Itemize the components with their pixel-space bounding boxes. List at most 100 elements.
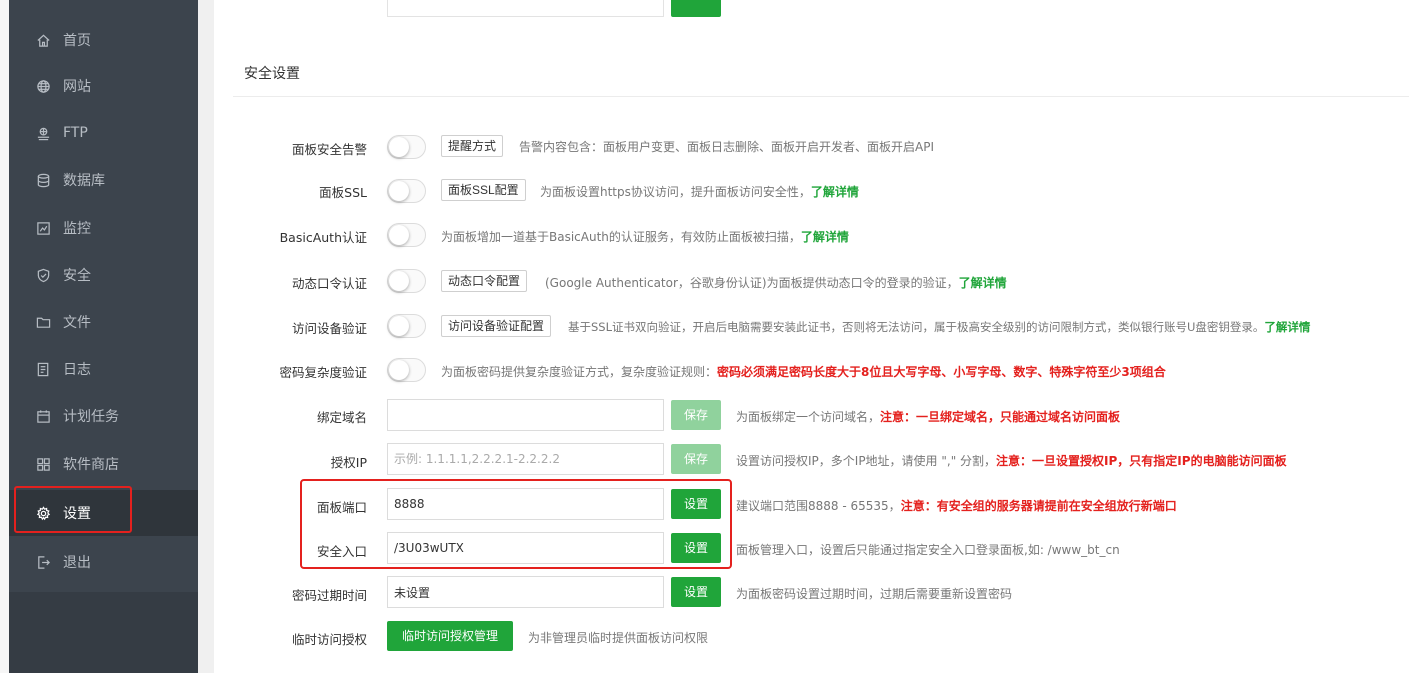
- sidebar-item-label: 安全: [63, 268, 91, 284]
- totp-config-button[interactable]: 动态口令配置: [441, 270, 528, 292]
- totp-description-text: (Google Authenticator，谷歌身份认证)为面板提供动态口令的登…: [545, 276, 959, 290]
- previous-row-button[interactable]: [671, 0, 721, 17]
- globe-icon: [35, 78, 51, 94]
- password-expire-input[interactable]: [387, 576, 664, 608]
- complexity-rule-warning: 密码必须满足密码长度大于8位且大写字母、小写字母、数字、特殊字符至少3项组合: [717, 365, 1166, 379]
- ip-description-text: 设置访问授权IP，多个IP地址，请使用 "," 分割，: [736, 454, 997, 468]
- complexity-description-text: 为面板密码提供复杂度验证方式，复杂度验证规则：: [441, 365, 718, 379]
- sidebar-item-label: FTP: [63, 125, 88, 141]
- temp-description: 为非管理员临时提供面板访问权限: [528, 631, 709, 645]
- sidebar-item-label: 数据库: [63, 173, 105, 189]
- complexity-description: 为面板密码提供复杂度验证方式，复杂度验证规则：密码必须满足密码长度大于8位且大写…: [441, 363, 1166, 380]
- sidebar-item-files[interactable]: 文件: [9, 299, 198, 345]
- sidebar-item-security[interactable]: 安全: [9, 252, 198, 298]
- sidebar-item-label: 计划任务: [63, 409, 119, 425]
- sidebar-item-cron[interactable]: 计划任务: [9, 393, 198, 439]
- alert-label: 面板安全告警: [291, 142, 367, 157]
- sidebar-item-store[interactable]: 软件商店: [9, 441, 198, 487]
- sidebar-item-label: 网站: [63, 79, 91, 95]
- entry-set-button[interactable]: 设置: [671, 533, 721, 563]
- ip-warning: 注意：一旦设置授权IP，只有指定IP的电脑能访问面板: [996, 454, 1287, 468]
- basicauth-description: 为面板增加一道基于BasicAuth的认证服务，有效防止面板被扫描，了解详情: [441, 228, 849, 245]
- totp-description: (Google Authenticator，谷歌身份认证)为面板提供动态口令的登…: [545, 274, 1007, 291]
- database-icon: [35, 172, 51, 188]
- section-title: 安全设置: [244, 66, 300, 82]
- gear-icon: [35, 505, 51, 521]
- sidebar-item-label: 文件: [63, 315, 91, 331]
- ip-description: 设置访问授权IP，多个IP地址，请使用 "," 分割，注意：一旦设置授权IP，只…: [736, 452, 1287, 469]
- alert-method-button[interactable]: 提醒方式: [441, 135, 504, 157]
- expire-label: 密码过期时间: [291, 588, 367, 603]
- left-edge-strip: [0, 0, 9, 673]
- temp-access-manage-button[interactable]: 临时访问授权管理: [387, 621, 513, 651]
- sidebar-item-settings[interactable]: 设置: [9, 490, 198, 536]
- sidebar-item-monitor[interactable]: 监控: [9, 205, 198, 251]
- basicauth-learn-more-link[interactable]: 了解详情: [801, 230, 849, 244]
- logout-icon: [35, 554, 51, 570]
- device-learn-more-link[interactable]: 了解详情: [1264, 320, 1310, 334]
- sidebar-footer: [9, 592, 198, 673]
- previous-row-input[interactable]: [387, 0, 664, 17]
- domain-description: 为面板绑定一个访问域名，注意：一旦绑定域名，只能通过域名访问面板: [736, 408, 1120, 425]
- ssl-config-button[interactable]: 面板SSL配置: [441, 179, 526, 201]
- port-description: 建议端口范围8888 - 65535，注意：有安全组的服务器请提前在安全组放行新…: [736, 497, 1177, 514]
- complexity-toggle[interactable]: [387, 358, 426, 382]
- ip-label: 授权IP: [330, 455, 367, 470]
- ip-save-button[interactable]: 保存: [671, 444, 721, 474]
- sidebar-item-database[interactable]: 数据库: [9, 157, 198, 203]
- sidebar-item-label: 设置: [63, 506, 91, 522]
- entry-label: 安全入口: [316, 544, 367, 559]
- monitor-icon: [35, 220, 51, 236]
- device-label: 访问设备验证: [291, 321, 367, 336]
- panel-port-input[interactable]: [387, 488, 664, 520]
- expire-set-button[interactable]: 设置: [671, 577, 721, 607]
- shield-icon: [35, 267, 51, 283]
- sidebar-item-ftp[interactable]: FTP: [9, 110, 198, 156]
- ftp-icon: [35, 125, 51, 141]
- security-entry-input[interactable]: [387, 532, 664, 564]
- device-description: 基于SSL证书双向验证，开启后电脑需要安装此证书，否则将无法访问，属于极高安全级…: [568, 319, 1310, 335]
- expire-description: 为面板密码设置过期时间，过期后需要重新设置密码: [736, 587, 1013, 601]
- basicauth-toggle[interactable]: [387, 223, 426, 247]
- sidebar-item-website[interactable]: 网站: [9, 63, 198, 109]
- ssl-description-text: 为面板设置https协议访问，提升面板访问安全性，: [540, 185, 811, 199]
- ssl-label: 面板SSL: [319, 185, 367, 200]
- entry-description: 面板管理入口，设置后只能通过指定安全入口登录面板,如: /www_bt_cn: [736, 543, 1120, 557]
- sidebar-item-logs[interactable]: 日志: [9, 346, 198, 392]
- sidebar-item-label: 首页: [63, 33, 91, 49]
- domain-label: 绑定域名: [316, 410, 367, 425]
- sidebar-item-label: 监控: [63, 221, 91, 237]
- port-description-text: 建议端口范围8888 - 65535，: [736, 499, 901, 513]
- folder-icon: [35, 314, 51, 330]
- port-set-button[interactable]: 设置: [671, 489, 721, 519]
- authorized-ip-input[interactable]: [387, 443, 664, 475]
- sidebar-item-label: 日志: [63, 362, 91, 378]
- port-label: 面板端口: [316, 500, 367, 515]
- sidebar-item-logout[interactable]: 退出: [9, 539, 198, 585]
- ssl-learn-more-link[interactable]: 了解详情: [811, 185, 859, 199]
- section-divider: [233, 96, 1409, 97]
- domain-save-button[interactable]: 保存: [671, 400, 721, 430]
- basicauth-description-text: 为面板增加一道基于BasicAuth的认证服务，有效防止面板被扫描，: [441, 230, 801, 244]
- device-toggle[interactable]: [387, 314, 426, 338]
- temp-label: 临时访问授权: [291, 632, 367, 647]
- domain-warning: 注意：一旦绑定域名，只能通过域名访问面板: [880, 410, 1121, 424]
- sidebar-item-label: 软件商店: [63, 457, 119, 473]
- totp-label: 动态口令认证: [291, 276, 367, 291]
- home-icon: [35, 32, 51, 48]
- log-icon: [35, 361, 51, 377]
- device-description-text: 基于SSL证书双向验证，开启后电脑需要安装此证书，否则将无法访问，属于极高安全级…: [568, 320, 1265, 334]
- totp-learn-more-link[interactable]: 了解详情: [959, 276, 1007, 290]
- domain-input[interactable]: [387, 399, 664, 431]
- alert-toggle[interactable]: [387, 135, 426, 159]
- totp-toggle[interactable]: [387, 269, 426, 293]
- sidebar-item-home[interactable]: 首页: [9, 17, 198, 63]
- ssl-description: 为面板设置https协议访问，提升面板访问安全性，了解详情: [540, 183, 859, 200]
- domain-description-text: 为面板绑定一个访问域名，: [736, 410, 881, 424]
- complexity-label: 密码复杂度验证: [279, 365, 367, 380]
- apps-icon: [35, 456, 51, 472]
- ssl-toggle[interactable]: [387, 179, 426, 203]
- port-warning: 注意：有安全组的服务器请提前在安全组放行新端口: [900, 499, 1177, 513]
- basicauth-label: BasicAuth认证: [279, 230, 367, 245]
- device-config-button[interactable]: 访问设备验证配置: [441, 315, 552, 337]
